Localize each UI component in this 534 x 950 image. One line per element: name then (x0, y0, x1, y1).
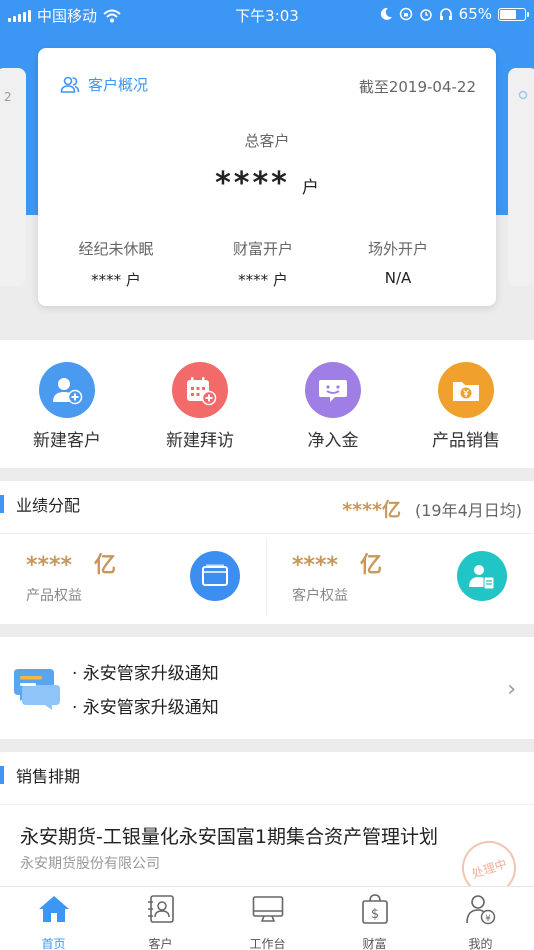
stat-label: 场外开户 (367, 240, 428, 258)
product-equity[interactable]: **** 亿 产品权益 (26, 547, 116, 605)
next-card-peek[interactable] (508, 68, 534, 286)
customer-equity-unit: 亿 (360, 553, 383, 578)
svg-text:¥: ¥ (485, 914, 491, 924)
bottom-tab-bar: 首页 客户 工作台 $ 财富 ¥ 我的 (0, 886, 534, 950)
tab-profile[interactable]: ¥ 我的 (427, 893, 534, 950)
customer-equity-label: 客户权益 (292, 588, 348, 604)
performance-total: ****亿 (19年4月日均) (342, 495, 522, 522)
wallet-icon[interactable] (190, 551, 240, 601)
notice-board[interactable]: · 永安管家升级通知 · 永安管家升级通知 › (0, 637, 534, 739)
performance-total-value: ****亿 (342, 499, 401, 521)
sales-product-name[interactable]: 永安期货-工银量化永安国富1期集合资产管理计划 (20, 822, 438, 849)
overview-title: 客户概况 (88, 76, 149, 94)
chevron-right-icon[interactable]: › (507, 677, 516, 702)
product-folder-icon (438, 362, 494, 418)
total-customers-label: 总客户 (244, 132, 290, 150)
home-icon (38, 896, 69, 922)
sales-company-name: 永安期货股份有限公司 (20, 856, 160, 872)
notice-item[interactable]: · 永安管家升级通知 (72, 659, 219, 684)
add-user-icon (39, 362, 95, 418)
divider (0, 533, 534, 534)
battery-icon (498, 7, 529, 21)
tab-customers[interactable]: 客户 (107, 893, 214, 950)
stat-otc-accounts: 场外开户 N/A (323, 238, 473, 287)
customer-equity[interactable]: **** 亿 客户权益 (292, 547, 382, 605)
product-equity-unit: 亿 (94, 553, 117, 578)
section-marker (0, 766, 4, 784)
tab-label: 我的 (468, 937, 493, 950)
moon-icon (380, 7, 392, 20)
divider (266, 539, 267, 615)
customer-overview-card[interactable]: 客户概况 截至2019-04-22 总客户 **** 户 经纪未休眠 **** 户… (38, 48, 496, 306)
customer-card-icon[interactable] (457, 551, 507, 601)
stat-value: N/A (384, 269, 412, 287)
status-bar: 中国移动 下午3:03 65% (0, 0, 534, 28)
total-customers-unit: 户 (301, 178, 319, 198)
previous-card-value: 2 (4, 90, 12, 104)
tab-home[interactable]: 首页 (0, 893, 107, 950)
profile-icon: ¥ (465, 895, 495, 925)
monitor-icon (252, 896, 283, 922)
wealth-bag-icon: $ (361, 894, 388, 924)
performance-header: 业绩分配 (0, 493, 80, 515)
new-visit-button[interactable]: 新建拜访 (133, 362, 267, 451)
lock-rotation-icon (399, 7, 412, 21)
stat-label: 财富开户 (232, 240, 293, 258)
message-smile-icon (305, 362, 361, 418)
section-marker (0, 495, 4, 513)
performance-total-note: (19年4月日均) (414, 501, 522, 520)
calendar-add-icon (172, 362, 228, 418)
product-sales-label: 产品销售 (432, 431, 500, 451)
stat-value: **** 户 (91, 271, 141, 289)
battery-fill (500, 9, 516, 19)
alarm-icon (419, 9, 432, 21)
notice-item[interactable]: · 永安管家升级通知 (72, 693, 219, 718)
tab-label: 首页 (41, 937, 66, 950)
overview-header: 客户概况 (60, 74, 148, 95)
product-equity-value: **** (26, 553, 73, 578)
contacts-icon (147, 895, 174, 923)
stat-value: **** 户 (238, 271, 288, 289)
sales-header: 销售排期 (0, 764, 80, 786)
new-visit-label: 新建拜访 (166, 431, 234, 451)
net-deposit-button[interactable]: 净入金 (266, 362, 400, 451)
performance-section: 业绩分配 ****亿 (19年4月日均) **** 亿 产品权益 **** 亿 客户权… (0, 481, 534, 624)
tab-workbench[interactable]: 工作台 (214, 893, 321, 950)
stat-wealth-accounts: 财富开户 **** 户 (188, 238, 338, 290)
total-customers-value: **** (215, 166, 290, 201)
tab-label: 工作台 (249, 937, 286, 950)
customer-equity-value: **** (292, 553, 339, 578)
quick-actions: 新建客户 新建拜访 净入金 产品销售 (0, 340, 534, 468)
svg-text:$: $ (370, 907, 378, 922)
performance-title: 业绩分配 (16, 496, 81, 515)
tab-label: 客户 (148, 937, 173, 950)
users-icon (60, 76, 80, 93)
product-sales-button[interactable]: 产品销售 (399, 362, 533, 451)
previous-card-peek[interactable]: 2 (0, 68, 26, 286)
sales-title: 销售排期 (16, 767, 81, 786)
new-customer-label: 新建客户 (33, 431, 101, 451)
net-deposit-label: 净入金 (307, 431, 359, 451)
divider (0, 804, 534, 805)
headphones-icon (439, 8, 452, 20)
stat-label: 经纪未休眠 (78, 240, 154, 258)
overview-date: 截至2019-04-22 (358, 78, 476, 96)
battery-percent: 65% (458, 5, 492, 23)
total-customers: **** 户 (38, 166, 496, 201)
new-customer-button[interactable]: 新建客户 (0, 362, 134, 451)
product-equity-label: 产品权益 (26, 588, 82, 604)
tab-wealth[interactable]: $ 财富 (321, 893, 428, 950)
stat-brokerage-active: 经纪未休眠 **** 户 (41, 238, 191, 290)
tab-label: 财富 (362, 937, 387, 950)
next-card-icon (518, 90, 528, 100)
chat-bubbles-icon (14, 669, 60, 710)
